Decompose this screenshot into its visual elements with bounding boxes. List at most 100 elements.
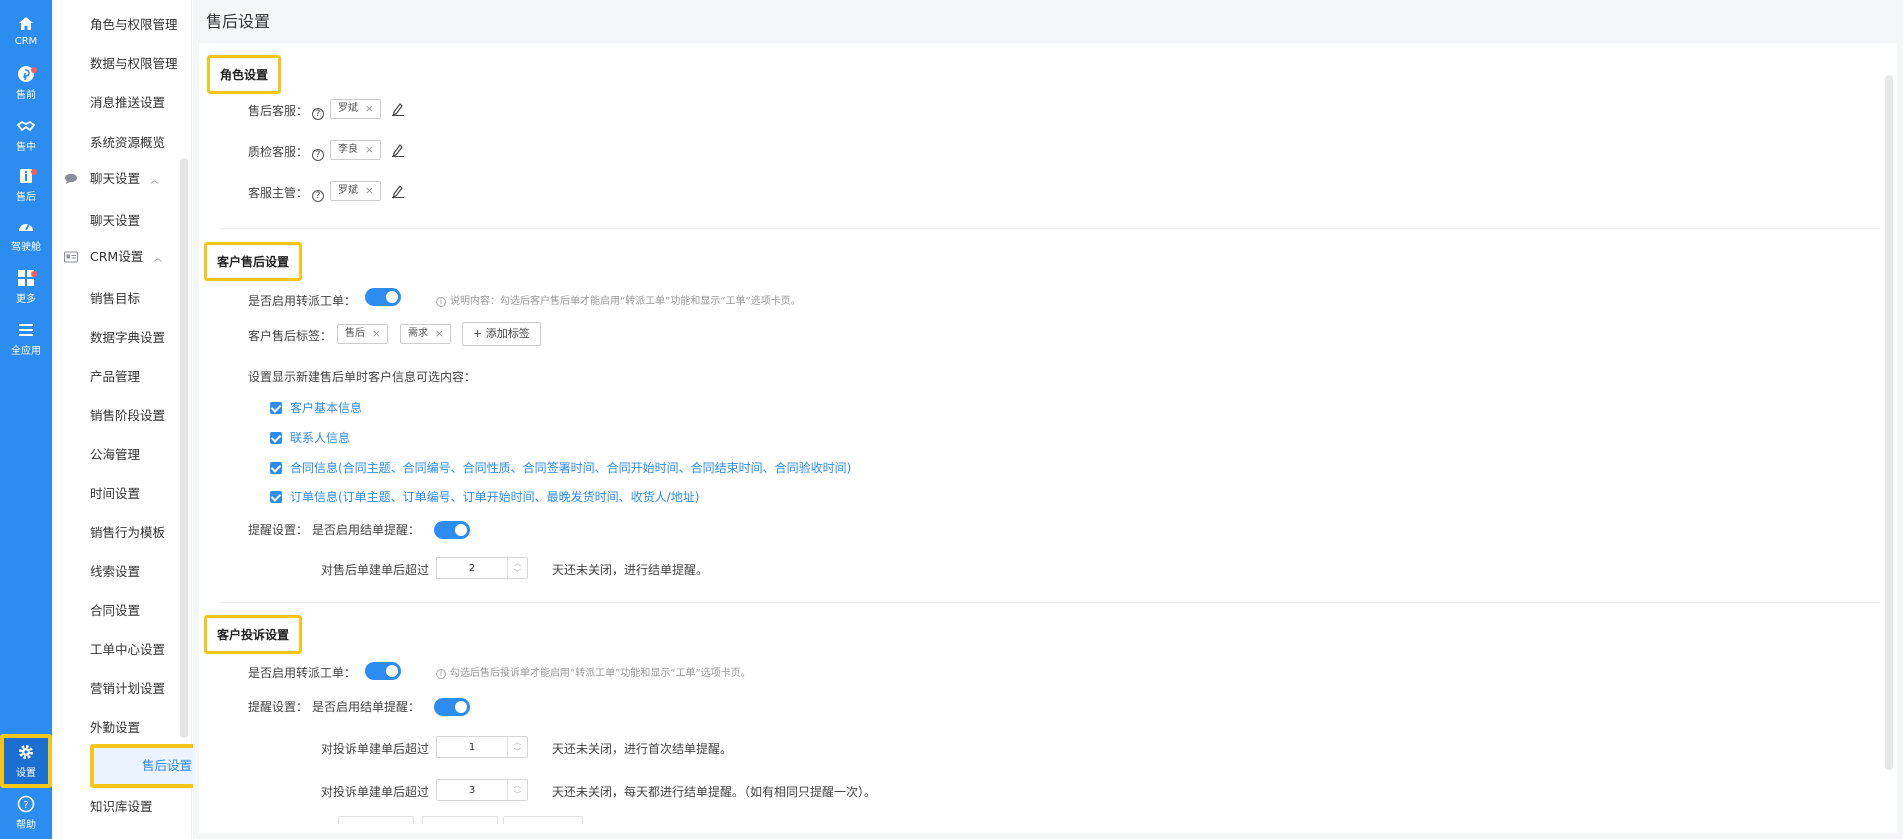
option-checkbox[interactable]: 联系人信息 xyxy=(270,429,350,446)
menu-item-product[interactable]: 产品管理 xyxy=(52,362,192,392)
daily-remind-input[interactable] xyxy=(437,780,507,800)
menu-item-contract[interactable]: 合同设置 xyxy=(52,596,192,626)
info-circle-icon: i xyxy=(436,297,446,307)
menu-item-label: 外勤设置 xyxy=(90,720,141,735)
svg-text:?: ? xyxy=(23,800,28,811)
remind-days-input[interactable] xyxy=(437,558,507,578)
tags-label: 客户售后标签： xyxy=(248,329,333,343)
daily-remind-prefix: 对投诉单建单后超过 xyxy=(321,785,430,799)
icon-rail: CRM 售前 售中 售后 驾驶舱 更多 全应用 设置 ? 帮助 xyxy=(0,0,52,839)
menu-item-chat-settings[interactable]: 聊天设置 xyxy=(52,206,192,236)
rail-label: 设置 xyxy=(16,768,36,779)
menu-item-field-work[interactable]: 外勤设置 xyxy=(52,713,192,743)
first-remind-stepper[interactable]: ︿﹀ xyxy=(436,736,528,758)
close-icon[interactable]: × xyxy=(365,100,374,118)
add-tag-button[interactable]: + 添加标签 xyxy=(462,322,541,346)
close-icon[interactable]: × xyxy=(372,325,381,343)
help-circle-icon[interactable]: ? xyxy=(312,190,325,202)
rail-label: 全应用 xyxy=(11,346,41,357)
display-options-label: 设置显示新建售后单时客户信息可选内容： xyxy=(248,370,477,384)
close-icon[interactable]: × xyxy=(365,182,374,200)
menu-item-system-resources[interactable]: 系统资源概览 xyxy=(52,128,192,158)
partial-field xyxy=(338,816,414,824)
menu-item-leads[interactable]: 线索设置 xyxy=(52,557,192,587)
partial-field xyxy=(503,816,583,824)
role-label: 客服主管： xyxy=(248,186,309,200)
menu-item-label: 销售目标 xyxy=(90,291,141,306)
menu-scrollbar[interactable] xyxy=(180,158,188,738)
remind-toggle[interactable] xyxy=(434,521,470,539)
first-remind-prefix: 对投诉单建单后超过 xyxy=(321,742,430,756)
edit-pen-icon[interactable] xyxy=(391,143,405,157)
tag-label: 李良 xyxy=(338,144,358,155)
menu-item-sales-stage[interactable]: 销售阶段设置 xyxy=(52,401,192,431)
option-label: 客户基本信息 xyxy=(290,401,363,415)
rail-label: 驾驶舱 xyxy=(11,242,41,253)
menu-item-label: 合同设置 xyxy=(90,603,141,618)
dispatch-toggle[interactable] xyxy=(365,288,401,306)
edit-pen-icon[interactable] xyxy=(391,102,405,116)
menu-item-work-order[interactable]: 工单中心设置 xyxy=(52,635,192,665)
rail-item-help[interactable]: ? 帮助 xyxy=(0,790,52,836)
rail-label: 售中 xyxy=(16,142,36,153)
help-circle-icon[interactable]: ? xyxy=(312,108,325,120)
complaint-remind-toggle[interactable] xyxy=(434,698,470,716)
stepper-arrows-icon[interactable]: ︿ ﹀ xyxy=(507,558,527,578)
option-checkbox[interactable]: 客户基本信息 xyxy=(270,399,362,416)
section-title-complaint: 客户投诉设置 xyxy=(204,615,303,654)
role-row-aftersales: 售后客服：? xyxy=(248,102,325,120)
complaint-dispatch-toggle[interactable] xyxy=(365,662,401,680)
role-row-qa: 质检客服：? xyxy=(248,143,325,161)
complaint-dispatch-note: i 勾选后售后投诉单才能启用“转派工单”功能和显示“工单”选项卡页。 xyxy=(436,664,751,679)
chevron-up-icon: ︿ xyxy=(153,254,163,264)
complaint-remind-label: 提醒设置： xyxy=(248,700,309,714)
menu-group-chat[interactable]: 聊天设置 ︿ xyxy=(52,164,192,194)
edit-pen-icon[interactable] xyxy=(391,184,405,198)
gear-icon xyxy=(19,745,33,759)
menu-item-data-dictionary[interactable]: 数据字典设置 xyxy=(52,323,192,353)
badge-dot xyxy=(31,271,37,277)
menu-item-role-permission[interactable]: 角色与权限管理 xyxy=(52,10,192,40)
badge-dot xyxy=(31,169,37,175)
rail-item-settings[interactable]: 设置 xyxy=(0,734,52,788)
menu-item-sales-behavior[interactable]: 销售行为模板 xyxy=(52,518,192,548)
menu-item-label: 时间设置 xyxy=(90,486,141,501)
option-checkbox[interactable]: 合同信息(合同主题、合同编号、合同性质、合同签署时间、合同开始时间、合同结束时间… xyxy=(270,459,851,476)
complaint-dispatch-label: 是否启用转派工单： xyxy=(248,666,357,680)
rail-item-cockpit[interactable]: 驾驶舱 xyxy=(0,212,52,258)
content-scrollbar[interactable] xyxy=(1885,75,1893,770)
rail-item-all-apps[interactable]: 全应用 xyxy=(0,316,52,362)
rail-label: 帮助 xyxy=(16,820,36,831)
rail-label: CRM xyxy=(14,36,38,47)
id-card-icon xyxy=(64,251,78,263)
remind-days-stepper[interactable]: ︿﹀ xyxy=(436,557,528,579)
menu-item-data-permission[interactable]: 数据与权限管理 xyxy=(52,49,192,79)
rail-item-more[interactable]: 更多 xyxy=(0,264,52,310)
stepper-arrows-icon[interactable]: ︿ ﹀ xyxy=(507,780,527,800)
menu-item-sales-target[interactable]: 销售目标 xyxy=(52,284,192,314)
rail-item-insale[interactable]: 售中 xyxy=(0,112,52,158)
close-icon[interactable]: × xyxy=(435,325,444,343)
menu-group-crm[interactable]: CRM设置 ︿ xyxy=(52,242,192,272)
menu-item-time[interactable]: 时间设置 xyxy=(52,479,192,509)
rail-item-aftersale[interactable]: 售后 xyxy=(0,162,52,208)
remind-label: 提醒设置： xyxy=(248,523,309,537)
menu-item-label: 线索设置 xyxy=(90,564,141,579)
close-icon[interactable]: × xyxy=(365,141,374,159)
note-text: 勾选后售后投诉单才能启用“转派工单”功能和显示“工单”选项卡页。 xyxy=(450,668,751,679)
complaint-remind-question: 是否启用结单提醒： xyxy=(312,700,421,714)
rail-item-presale[interactable]: 售前 xyxy=(0,60,52,106)
menu-item-marketing-plan[interactable]: 营销计划设置 xyxy=(52,674,192,704)
menu-item-label: 聊天设置 xyxy=(90,171,141,186)
section-divider xyxy=(220,228,1880,229)
menu-item-message-push[interactable]: 消息推送设置 xyxy=(52,88,192,118)
option-checkbox[interactable]: 订单信息(订单主题、订单编号、订单开始时间、最晚发货时间、收货人/地址) xyxy=(270,488,699,505)
stepper-arrows-icon[interactable]: ︿ ﹀ xyxy=(507,737,527,757)
menu-item-knowledge-base[interactable]: 知识库设置 xyxy=(52,792,192,822)
menu-item-public-pool[interactable]: 公海管理 xyxy=(52,440,192,470)
first-remind-input[interactable] xyxy=(437,737,507,757)
rail-item-crm[interactable]: CRM xyxy=(0,8,52,54)
help-circle-icon[interactable]: ? xyxy=(312,149,325,161)
daily-remind-stepper[interactable]: ︿﹀ xyxy=(436,779,528,801)
home-icon xyxy=(19,17,33,30)
